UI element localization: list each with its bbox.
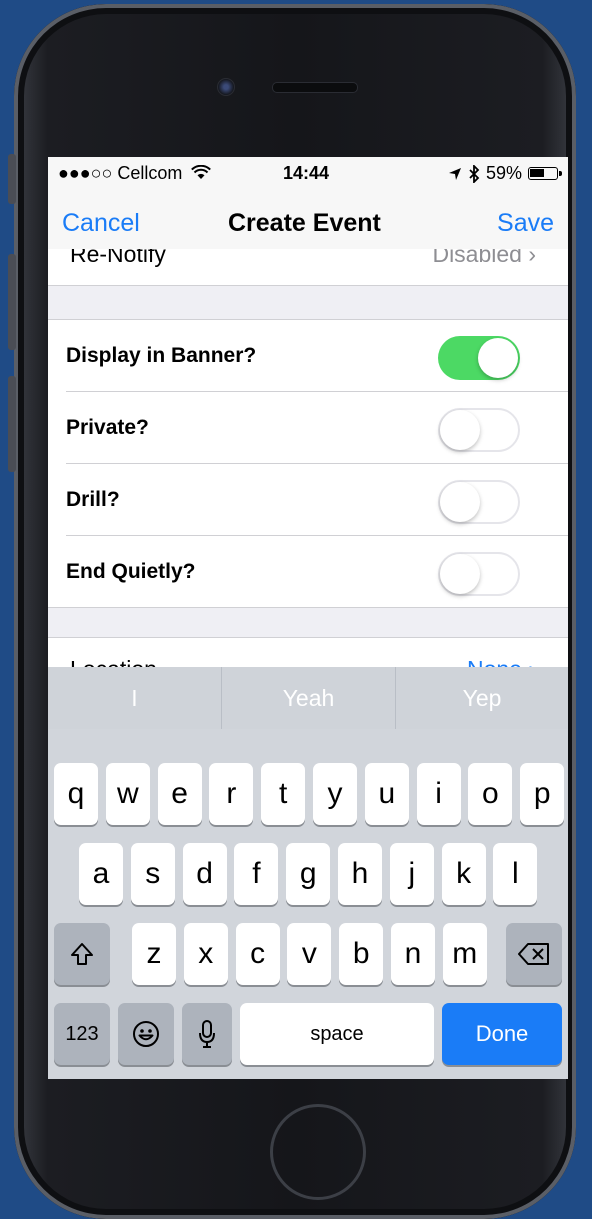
- cancel-button[interactable]: Cancel: [62, 209, 140, 238]
- toggle-label: Drill?: [66, 488, 120, 511]
- key-a[interactable]: a: [79, 843, 123, 905]
- volume-down-button: [8, 376, 16, 472]
- emoji-key[interactable]: [118, 1003, 174, 1065]
- key-b[interactable]: b: [339, 923, 384, 985]
- numbers-key[interactable]: 123: [54, 1003, 110, 1065]
- key-v[interactable]: v: [287, 923, 332, 985]
- carrier-label: ●●●○○ Cellcom: [58, 163, 183, 183]
- wifi-icon: [191, 164, 212, 179]
- toggle-row-private: Private?: [66, 392, 568, 464]
- shift-key[interactable]: [54, 923, 110, 985]
- key-p[interactable]: p: [520, 763, 565, 825]
- location-row[interactable]: Location None ›: [48, 637, 568, 668]
- key-e[interactable]: e: [157, 763, 202, 825]
- drill-switch[interactable]: [438, 480, 520, 524]
- suggestion-2[interactable]: Yeah: [222, 667, 395, 729]
- suggestion-3[interactable]: Yep: [396, 667, 568, 729]
- toggle-row-end-quietly: End Quietly?: [66, 536, 568, 607]
- key-q[interactable]: q: [54, 763, 98, 825]
- shift-icon: [71, 943, 93, 965]
- key-f[interactable]: f: [234, 843, 279, 905]
- switch-knob: [440, 482, 480, 522]
- delete-icon: [518, 943, 549, 965]
- private-switch[interactable]: [438, 408, 520, 452]
- key-w[interactable]: w: [105, 763, 150, 825]
- key-t[interactable]: t: [261, 763, 306, 825]
- suggestion-bar: I Yeah Yep: [48, 667, 568, 729]
- location-arrow-icon: [448, 167, 461, 180]
- battery-percent: 59%: [485, 163, 522, 183]
- microphone-key[interactable]: [182, 1003, 232, 1065]
- delete-key[interactable]: [506, 923, 562, 985]
- key-o[interactable]: o: [468, 763, 513, 825]
- toggle-label: Private?: [66, 416, 149, 439]
- re-notify-row[interactable]: Re-Notify Disabled ›: [48, 249, 568, 286]
- key-r[interactable]: r: [209, 763, 254, 825]
- emoji-icon: [133, 1021, 159, 1047]
- key-k[interactable]: k: [441, 843, 486, 905]
- toggle-row-drill: Drill?: [66, 464, 568, 536]
- key-m[interactable]: m: [442, 923, 487, 985]
- page-title: Create Event: [228, 209, 381, 237]
- suggestion-1[interactable]: I: [48, 667, 221, 729]
- done-key[interactable]: Done: [442, 1003, 562, 1065]
- key-l[interactable]: l: [493, 843, 538, 905]
- toggle-label: Display in Banner?: [66, 344, 257, 367]
- options-group: Display in Banner? Private? Drill? End Q…: [48, 319, 568, 608]
- battery-icon: [528, 167, 562, 180]
- status-time: 14:44: [283, 163, 330, 183]
- volume-up-button: [8, 254, 16, 350]
- mute-switch: [8, 154, 16, 204]
- switch-knob: [440, 554, 480, 594]
- toggle-label: End Quietly?: [66, 560, 196, 583]
- status-bar: ●●●○○ Cellcom 14:44 59%: [48, 157, 568, 189]
- key-u[interactable]: u: [364, 763, 409, 825]
- key-y[interactable]: y: [313, 763, 357, 825]
- earpiece-speaker: [272, 82, 358, 93]
- key-z[interactable]: z: [132, 923, 176, 985]
- switch-knob: [440, 410, 480, 450]
- re-notify-value: Disabled ›: [432, 249, 536, 267]
- display-in-banner-switch[interactable]: [438, 336, 520, 380]
- microphone-icon: [199, 1020, 215, 1048]
- key-i[interactable]: i: [416, 763, 461, 825]
- key-s[interactable]: s: [130, 843, 175, 905]
- end-quietly-switch[interactable]: [438, 552, 520, 596]
- toggle-row-display-in-banner: Display in Banner?: [66, 320, 568, 392]
- re-notify-label: Re-Notify: [70, 249, 166, 267]
- key-c[interactable]: c: [235, 923, 280, 985]
- battery-fill: [530, 169, 544, 177]
- bluetooth-icon: [469, 164, 480, 183]
- key-n[interactable]: n: [391, 923, 435, 985]
- space-key[interactable]: space: [240, 1003, 434, 1065]
- key-g[interactable]: g: [286, 843, 331, 905]
- key-d[interactable]: d: [182, 843, 227, 905]
- save-button[interactable]: Save: [497, 209, 554, 238]
- key-j[interactable]: j: [389, 843, 434, 905]
- switch-knob: [478, 338, 518, 378]
- keyboard: I Yeah Yep qwertyuiop asdfghjkl zxcvbnm 12…: [48, 667, 568, 1079]
- home-button[interactable]: [270, 1104, 366, 1200]
- key-x[interactable]: x: [183, 923, 228, 985]
- front-camera: [217, 78, 235, 96]
- screen: ●●●○○ Cellcom 14:44 59% Cancel Create Ev…: [48, 157, 568, 1079]
- key-h[interactable]: h: [338, 843, 382, 905]
